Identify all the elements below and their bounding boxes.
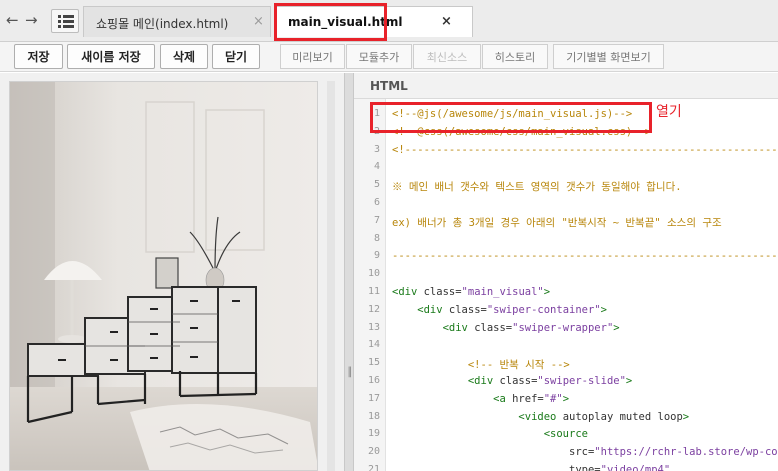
code-token: "swiper-container" (486, 303, 601, 316)
line-number: 12 (367, 303, 380, 315)
close-button[interactable]: 닫기 (212, 44, 260, 69)
code-line[interactable]: <div class="swiper-slide"> (392, 375, 632, 387)
code-line[interactable]: <!-- 반복 시작 --> (392, 357, 570, 372)
line-number: 15 (367, 357, 380, 369)
code-pane-title: HTML (370, 79, 408, 93)
code-token: "swiper-slide" (537, 375, 626, 387)
file-list-button[interactable] (51, 9, 79, 33)
line-number: 18 (367, 410, 380, 422)
tab-bar: ← → 쇼핑몰 메인(index.html) × main_visual.htm… (0, 0, 778, 42)
code-token: <div (392, 303, 449, 316)
preview-image (9, 81, 318, 471)
code-line[interactable]: src="https://rchr-lab.store/wp-co (392, 446, 778, 458)
code-token: "swiper-wrapper" (512, 321, 614, 334)
interior-photo-illustration (10, 82, 317, 470)
editor-window: ← → 쇼핑몰 메인(index.html) × main_visual.htm… (0, 0, 778, 471)
save-button[interactable]: 저장 (14, 44, 63, 69)
forward-arrow-icon[interactable]: → (25, 11, 38, 29)
code-token: > (600, 303, 607, 316)
line-number: 6 (373, 197, 380, 208)
line-number: 21 (367, 464, 380, 471)
device-view-button[interactable]: 기기별별 화면보기 (553, 44, 664, 69)
line-number: 16 (367, 375, 380, 386)
code-token: class= (474, 321, 513, 334)
line-number: 9 (373, 250, 380, 262)
code-token: > (562, 392, 570, 405)
line-number: 17 (367, 392, 380, 404)
pane-splitter[interactable]: ║ (344, 73, 354, 471)
add-module-button[interactable]: 모듈추가 (346, 44, 412, 69)
line-number: 8 (373, 232, 380, 244)
splitter-grip-icon[interactable]: ║ (347, 368, 352, 378)
code-token: > (613, 321, 620, 334)
preview-button[interactable]: 미리보기 (280, 44, 345, 69)
code-token: ex) 배너가 총 3개일 경우 아래의 "반복시작 ~ 반복끝" 소스의 구조 (392, 216, 722, 229)
line-number: 10 (367, 268, 380, 280)
code-line[interactable]: ex) 배너가 총 3개일 경우 아래의 "반복시작 ~ 반복끝" 소스의 구조 (392, 215, 722, 230)
code-token: <div (392, 286, 424, 298)
tab-highlight-box (274, 3, 387, 41)
code-token: <div (392, 375, 500, 387)
back-arrow-icon[interactable]: ← (6, 11, 19, 29)
code-token: type= (392, 464, 601, 471)
line-number: 11 (367, 286, 380, 297)
code-token: <!-- 반복 시작 --> (392, 359, 570, 372)
line-number: 14 (367, 339, 380, 351)
code-token: "main_visual" (461, 286, 544, 298)
close-icon[interactable]: × (441, 14, 452, 29)
code-pane-header: HTML (354, 73, 778, 99)
code-token: ※ 메인 배너 갯수와 텍스트 영역의 갯수가 동일해야 합니다. (392, 181, 682, 194)
preview-scrollbar[interactable] (327, 81, 335, 471)
line-number-gutter: 1 2 3 4 5 6 7 8 9 10 11 12 13 14 15 16 17 18 19 20 21 (354, 99, 386, 471)
line1-highlight-box (370, 102, 652, 133)
code-token: <video (392, 410, 563, 423)
line-number: 7 (373, 214, 380, 226)
code-token: > (682, 410, 690, 423)
code-token: src= (392, 446, 595, 459)
code-token: ----------------------------------------… (392, 250, 778, 263)
line-number: 13 (367, 321, 380, 333)
code-line[interactable]: type="video/mp4" (392, 464, 670, 471)
line-number: 5 (373, 179, 380, 191)
code-line[interactable]: <a href="#"> (392, 393, 569, 405)
code-token: > (543, 286, 551, 298)
line-number: 4 (373, 161, 380, 173)
delete-button[interactable]: 삭제 (160, 44, 208, 69)
code-token: class= (423, 286, 462, 298)
code-line[interactable]: <video autoplay muted loop> (392, 411, 689, 423)
code-token: autoplay muted loop (562, 410, 683, 423)
code-token: "video/mp4" (600, 464, 671, 471)
code-line[interactable]: <div class="main_visual"> (392, 286, 550, 298)
code-line[interactable]: <!--------------------------------------… (392, 144, 778, 156)
preview-pane (0, 73, 344, 471)
code-line[interactable]: <source (392, 428, 588, 440)
save-as-button[interactable]: 새이름 저장 (67, 44, 155, 69)
code-token: > (625, 375, 633, 387)
tab-index-html[interactable]: 쇼핑몰 메인(index.html) × (83, 6, 271, 37)
code-token: class= (448, 303, 487, 316)
toolbar: 저장 새이름 저장 삭제 닫기 미리보기 모듈추가 최신소스 히스토리 기기별별… (0, 42, 778, 72)
code-token: "https://rchr-lab.store/wp-co (594, 446, 778, 459)
line-number: 19 (367, 428, 380, 440)
code-token: class= (499, 375, 538, 387)
code-editor-pane: HTML 1 2 3 4 5 6 7 8 9 10 11 12 13 14 15 16 17 18 19 20 21 <… (354, 73, 778, 471)
code-token: <source (392, 428, 588, 441)
annotation-open: 열기 (656, 104, 682, 120)
line-number: 20 (367, 446, 380, 458)
code-token: <div (392, 321, 475, 334)
code-token: <!--------------------------------------… (392, 143, 778, 156)
code-line[interactable]: ----------------------------------------… (392, 250, 778, 262)
tab-label: 쇼핑몰 메인(index.html) (96, 17, 229, 31)
code-token: "#" (543, 392, 563, 405)
history-button[interactable]: 히스토리 (482, 44, 548, 69)
code-line[interactable]: <div class="swiper-wrapper"> (392, 322, 620, 334)
list-icon (58, 15, 74, 28)
code-line[interactable]: <div class="swiper-container"> (392, 304, 607, 316)
code-line[interactable]: ※ 메인 배너 갯수와 텍스트 영역의 갯수가 동일해야 합니다. (392, 179, 682, 194)
close-icon[interactable]: × (253, 14, 264, 29)
latest-source-button[interactable]: 최신소스 (413, 44, 481, 69)
code-token: href= (512, 392, 544, 405)
code-token: <a (392, 392, 513, 405)
line-number: 3 (373, 143, 380, 155)
